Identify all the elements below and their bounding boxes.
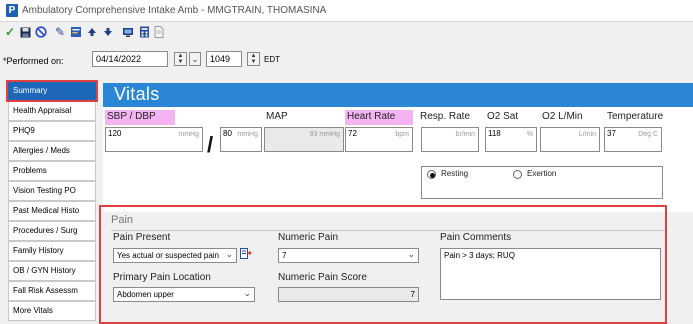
pain-highlight-box (99, 205, 667, 324)
performed-time-field[interactable]: 1049 (206, 51, 242, 67)
o2sat-value: 118 (488, 129, 501, 138)
calculator-icon[interactable] (137, 25, 151, 39)
o2-lmin-label: O2 L/Min (542, 111, 583, 122)
o2-sat-label: O2 Sat (487, 111, 519, 122)
up-arrow-icon[interactable] (85, 25, 99, 39)
resp-unit: br/min (455, 131, 475, 138)
exertion-radio[interactable] (513, 170, 522, 179)
date-spinner[interactable]: ▲ ▼ (174, 52, 187, 66)
sidebar-nav: Summary Health Appraisal PHQ9 Allergies … (8, 81, 96, 324)
resp-rate-label: Resp. Rate (420, 111, 471, 122)
performed-on-row: *Performed on: 04/14/2022 ▲ ▼ ⌄ 1049 ▲ ▼ E… (0, 46, 693, 76)
document-icon[interactable] (152, 25, 166, 39)
o2-sat-input[interactable]: 118 % (485, 127, 537, 152)
sidebar-item-vision-testing[interactable]: Vision Testing PO (8, 181, 96, 201)
heart-rate-label: Heart Rate (345, 110, 413, 125)
o2-lmin-input[interactable]: L/min (540, 127, 600, 152)
down-arrow-icon[interactable] (101, 25, 115, 39)
map-label: MAP (266, 111, 288, 122)
form-icon[interactable] (69, 25, 83, 39)
sidebar-item-allergies-meds[interactable]: Allergies / Meds (8, 141, 96, 161)
timezone-label: EDT (264, 55, 280, 64)
monitor-icon[interactable] (121, 25, 135, 39)
summary-highlight-box (6, 80, 98, 102)
date-dropdown-button[interactable]: ⌄ (189, 52, 201, 66)
exertion-label: Exertion (527, 169, 557, 178)
temperature-label: Temperature (607, 111, 664, 122)
temp-value: 37 (607, 129, 616, 138)
sidebar-item-problems[interactable]: Problems (8, 161, 96, 181)
dbp-unit: mmHg (237, 131, 258, 138)
sidebar-item-family-history[interactable]: Family History (8, 241, 96, 261)
vitals-header-bar (103, 83, 693, 107)
sidebar-item-past-medical-history[interactable]: Past Medical Histo (8, 201, 96, 221)
save-icon[interactable] (18, 25, 32, 39)
hr-unit: bpm (395, 131, 409, 138)
sbp-unit: mmHg (178, 131, 199, 138)
hr-value: 72 (348, 129, 357, 138)
temp-unit: Deg C (638, 131, 658, 138)
sidebar-item-phq9[interactable]: PHQ9 (8, 121, 96, 141)
dbp-value: 80 (223, 129, 232, 138)
resp-rate-input[interactable]: br/min (421, 127, 479, 152)
temperature-input[interactable]: 37 Deg C (604, 127, 662, 152)
sidebar-item-fall-risk[interactable]: Fall Risk Assessm (8, 281, 96, 301)
sidebar-item-ob-gyn-history[interactable]: OB / GYN History (8, 261, 96, 281)
resting-label: Resting (441, 169, 469, 178)
o2lmin-unit: L/min (578, 131, 596, 138)
time-spinner[interactable]: ▲ ▼ (247, 52, 260, 66)
app-icon: P (6, 4, 18, 17)
edit-icon[interactable]: ✎ (53, 25, 67, 39)
window-title: Ambulatory Comprehensive Intake Amb - MM… (22, 5, 327, 16)
map-value: 93 mmHg (309, 131, 340, 138)
o2sat-unit: % (526, 131, 533, 138)
cancel-icon[interactable] (34, 25, 48, 39)
sidebar-item-procedures-surgery[interactable]: Procedures / Surg (8, 221, 96, 241)
toolbar: ✓ ✎ (0, 23, 693, 42)
performed-on-label: *Performed on: (3, 56, 64, 66)
performed-date-field[interactable]: 04/14/2022 (92, 51, 168, 67)
vitals-title: Vitals (114, 84, 160, 104)
dbp-input[interactable]: 80 mmHg (220, 127, 262, 152)
map-field: 93 mmHg (264, 127, 344, 152)
bp-separator: / (207, 132, 214, 157)
sbp-dbp-label: SBP / DBP (105, 110, 175, 125)
sidebar-item-health-appraisal[interactable]: Health Appraisal (8, 101, 96, 121)
resting-radio[interactable] (427, 170, 436, 179)
sidebar-item-more-vitals[interactable]: More Vitals (8, 301, 96, 321)
check-icon[interactable]: ✓ (3, 25, 17, 39)
heart-rate-input[interactable]: 72 bpm (345, 127, 413, 152)
sbp-value: 120 (108, 129, 122, 138)
sbp-input[interactable]: 120 mmHg (105, 127, 203, 152)
